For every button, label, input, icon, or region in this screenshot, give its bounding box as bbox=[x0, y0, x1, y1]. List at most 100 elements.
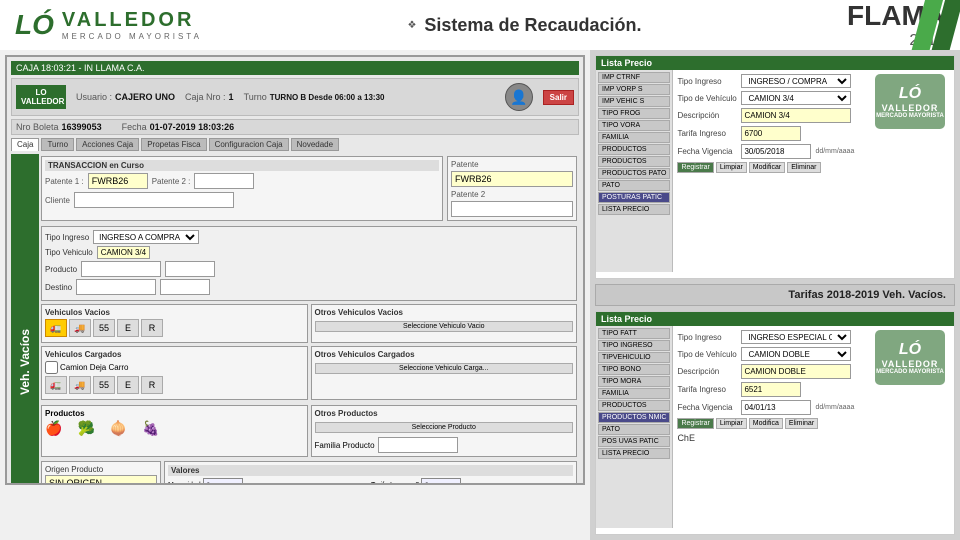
bullet-icon: ❖ bbox=[407, 20, 416, 31]
turno-field: Turno TURNO B Desde 06:00 a 13:30 bbox=[244, 92, 385, 102]
menu-item-2-3[interactable]: TIPVEHICULIO bbox=[598, 352, 670, 363]
select-vacio-btn[interactable]: Seleccione Vehiculo Vacio bbox=[315, 321, 574, 332]
l1-tipo-vehiculo-select[interactable]: CAMION 3/4 bbox=[741, 91, 851, 105]
l2-tarifa-input[interactable] bbox=[741, 382, 801, 397]
l2-tipo-ingreso-select[interactable]: INGRESO ESPECIAL OFITA bbox=[741, 330, 851, 344]
menu-item-1-7[interactable]: PRODUCTOS bbox=[598, 144, 670, 155]
menu-item-2-6[interactable]: FAMILIA bbox=[598, 388, 670, 399]
tab-config[interactable]: Configuracion Caja bbox=[209, 138, 289, 151]
menu-item-1-9[interactable]: PRODUCTOS PATO bbox=[598, 168, 670, 179]
tarifa2-label: Tarifa Ingreso 2 bbox=[371, 482, 419, 485]
tab-caja[interactable]: Caja bbox=[11, 138, 39, 151]
l1-tipo-vehiculo-label: Tipo de Vehículo bbox=[677, 94, 737, 103]
l2-modifica-btn[interactable]: Modifica bbox=[749, 418, 783, 429]
prod-icon-4[interactable]: 🍇 bbox=[142, 420, 159, 437]
destino-row: Destino bbox=[45, 279, 573, 295]
menu-item-1-6[interactable]: FAMILIA bbox=[598, 132, 670, 143]
l1-modificar-btn[interactable]: Modificar bbox=[749, 162, 785, 173]
usuario-field: Usuario : CAJERO UNO bbox=[76, 92, 175, 102]
client-input[interactable] bbox=[74, 192, 234, 208]
menu-item-2-10[interactable]: POS UVAS PATIC bbox=[598, 436, 670, 447]
select-cargado-btn[interactable]: Seleccione Vehiculo Carga... bbox=[315, 363, 574, 374]
vehicle-icon-2[interactable]: 🚚 bbox=[69, 319, 91, 337]
l2-desc-input[interactable] bbox=[741, 364, 851, 379]
menu-item-2-11[interactable]: LISTA PRECIO bbox=[598, 448, 670, 459]
l1-tipo-ingreso-select[interactable]: INGRESO / COMPRA bbox=[741, 74, 851, 88]
vehicle-icon-3[interactable]: 55 bbox=[93, 319, 115, 337]
patente-top-input[interactable] bbox=[451, 171, 573, 187]
logo-small: LO VALLEDOR bbox=[16, 85, 66, 109]
patente2-top-input[interactable] bbox=[451, 201, 573, 217]
l2-tipo-vehiculo-select[interactable]: CAMION DOBLE bbox=[741, 347, 851, 361]
menu-item-1-8[interactable]: PRODUCTOS bbox=[598, 156, 670, 167]
patente2-top-label: Patente 2 bbox=[451, 190, 573, 199]
menu-item-2-5[interactable]: TIPO MORA bbox=[598, 376, 670, 387]
menu-item-1-4[interactable]: TIPO FROG bbox=[598, 108, 670, 119]
familia-input[interactable] bbox=[378, 437, 458, 453]
prod-icon-1[interactable]: 🍎 bbox=[45, 420, 62, 437]
carg-icon-4[interactable]: E bbox=[117, 376, 139, 394]
menu-item-2-8[interactable]: PRODUCTOS NMIC bbox=[598, 412, 670, 423]
l1-desc-input[interactable] bbox=[741, 108, 851, 123]
vehicle-icon-5[interactable]: R bbox=[141, 319, 163, 337]
menu-item-2-9[interactable]: PATO bbox=[598, 424, 670, 435]
vehicle-icon-4[interactable]: E bbox=[117, 319, 139, 337]
producto2-input[interactable] bbox=[165, 261, 215, 277]
menu-item-1-10[interactable]: PATO bbox=[598, 180, 670, 191]
menu-item-1-1[interactable]: IMP CTRNF bbox=[598, 72, 670, 83]
logo-valledor: VALLEDOR MERCADO MAYORISTA bbox=[62, 9, 202, 41]
menu-item-2-4[interactable]: TIPO BONO bbox=[598, 364, 670, 375]
carg-icon-5[interactable]: R bbox=[141, 376, 163, 394]
menu-item-1-12[interactable]: LISTA PRECIO bbox=[598, 204, 670, 215]
client-row: Cliente bbox=[45, 192, 439, 208]
destino1-input[interactable] bbox=[76, 279, 156, 295]
prod-icon-3[interactable]: 🧅 bbox=[110, 420, 127, 437]
patente1-input[interactable] bbox=[88, 173, 148, 189]
patente2-input[interactable] bbox=[194, 173, 254, 189]
tab-acciones[interactable]: Acciones Caja bbox=[76, 138, 139, 151]
menu-item-2-7[interactable]: PRODUCTOS bbox=[598, 400, 670, 411]
tipo-ingreso-select[interactable]: INGRESO A COMPRA bbox=[93, 230, 199, 244]
lista-1-form-right: LÓ VALLEDOR MERCADO MAYORISTA bbox=[870, 74, 950, 268]
l2-eliminar-btn[interactable]: Eliminar bbox=[785, 418, 818, 429]
l1-eliminar-btn[interactable]: Eliminar bbox=[787, 162, 820, 173]
tab-propetas[interactable]: Propetas Fisca bbox=[141, 138, 206, 151]
user-info-row: LO VALLEDOR Usuario : CAJERO UNO Caja Nr… bbox=[11, 78, 579, 116]
menu-item-1-3[interactable]: IMP VEHIC S bbox=[598, 96, 670, 107]
l2-limpiar-btn[interactable]: Limpiar bbox=[716, 418, 747, 429]
menu-item-1-11[interactable]: POSTURAS PATIC bbox=[598, 192, 670, 203]
otros-productos-box: Otros Productos Seleccione Producto Fami… bbox=[311, 405, 578, 457]
select-producto-btn[interactable]: Seleccione Producto bbox=[315, 422, 574, 433]
tab-novedade[interactable]: Novedade bbox=[291, 138, 339, 151]
destino2-input[interactable] bbox=[160, 279, 210, 295]
boleta-value: 16399053 bbox=[62, 122, 102, 132]
l2-tipo-ingreso-label: Tipo Ingreso bbox=[677, 333, 737, 342]
producto-label: Producto bbox=[45, 265, 77, 274]
left-panel: CAJA 18:03:21 - IN LLAMA C.A. LO VALLEDO… bbox=[0, 50, 590, 540]
l1-fecha-input[interactable] bbox=[741, 144, 811, 159]
tab-turno[interactable]: Turno bbox=[41, 138, 74, 151]
salir-button[interactable]: Salir bbox=[543, 90, 574, 105]
l2-registrar-btn[interactable]: Registrar bbox=[677, 418, 713, 429]
camion-deja-check[interactable] bbox=[45, 361, 58, 374]
l1-tarifa-input[interactable] bbox=[741, 126, 801, 141]
carg-icon-3[interactable]: 55 bbox=[93, 376, 115, 394]
origen-input[interactable] bbox=[45, 475, 157, 485]
l2-fecha-input[interactable] bbox=[741, 400, 811, 415]
menu-item-1-2[interactable]: IMP VORP S bbox=[598, 84, 670, 95]
otros-cargados-box: Otros Vehiculos Cargados Seleccione Vehi… bbox=[311, 346, 578, 400]
vehicle-icon-1[interactable]: 🚛 bbox=[45, 319, 67, 337]
carg-icon-2[interactable]: 🚚 bbox=[69, 376, 91, 394]
morosidad-input[interactable] bbox=[203, 478, 243, 485]
prod-icon-2[interactable]: 🥦 bbox=[77, 420, 94, 437]
l1-limpiar-btn[interactable]: Limpiar bbox=[716, 162, 747, 173]
menu-item-1-5[interactable]: TIPO VORA bbox=[598, 120, 670, 131]
lista-1-form: Tipo Ingreso INGRESO / COMPRA Tipo de Ve… bbox=[673, 70, 954, 272]
producto1-input[interactable] bbox=[81, 261, 161, 277]
fecha-label: Fecha bbox=[122, 122, 147, 132]
l1-registrar-btn[interactable]: Registrar bbox=[677, 162, 713, 173]
carg-icon-1[interactable]: 🚛 bbox=[45, 376, 67, 394]
menu-item-2-1[interactable]: TIPO FATT bbox=[598, 328, 670, 339]
tarifa2-input[interactable] bbox=[421, 478, 461, 485]
menu-item-2-2[interactable]: TIPO INGRESO bbox=[598, 340, 670, 351]
